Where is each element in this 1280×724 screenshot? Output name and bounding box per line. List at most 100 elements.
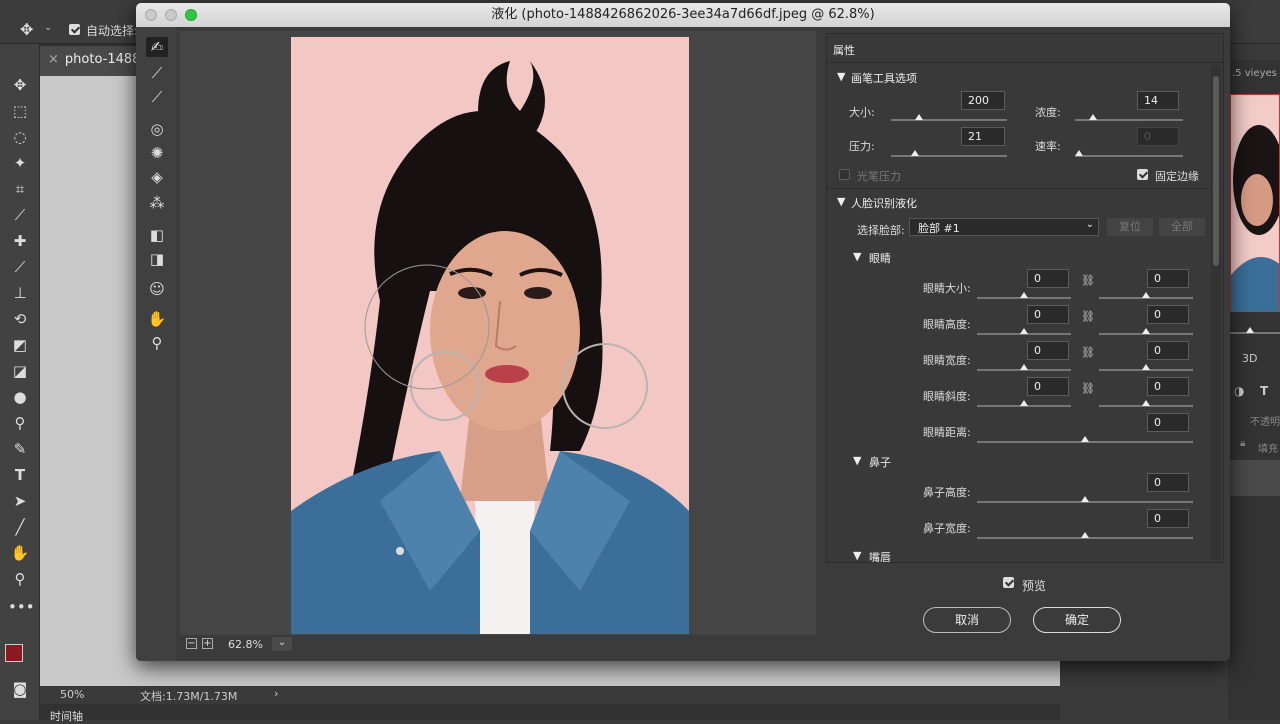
eyedropper-icon[interactable]: ⟋ [8, 204, 32, 226]
stamp-tool-icon[interactable]: ⊥ [8, 282, 32, 304]
eye-width-right-thumb[interactable] [1142, 364, 1150, 370]
eye-size-left-thumb[interactable] [1020, 292, 1028, 298]
dodge-tool-icon[interactable]: ⚲ [8, 412, 32, 434]
link-icon[interactable]: ⛓ [1081, 382, 1095, 395]
crop-tool-icon[interactable]: ⌗ [8, 178, 32, 200]
eyes-section-title[interactable]: 眼睛 [869, 250, 891, 266]
face-section-title[interactable]: 人脸识别液化 [851, 195, 917, 211]
close-window-button[interactable] [145, 9, 157, 21]
eye-size-left-input[interactable]: 0 [1027, 269, 1069, 288]
marquee-tool-icon[interactable]: ⬚ [8, 100, 32, 122]
layer-row[interactable] [1228, 460, 1280, 496]
eye-width-left-thumb[interactable] [1020, 364, 1028, 370]
size-input[interactable]: 200 [961, 91, 1005, 110]
pressure-slider-thumb[interactable] [911, 150, 919, 156]
hand-tool-icon[interactable]: ✋ [8, 542, 32, 564]
eyes-section-toggle[interactable]: ▼ [853, 250, 861, 263]
eye-height-right-input[interactable]: 0 [1147, 305, 1189, 324]
link-icon[interactable]: ⛓ [1081, 274, 1095, 287]
link-icon[interactable]: ⛓ [1081, 310, 1095, 323]
minimize-window-button[interactable] [165, 9, 177, 21]
eye-size-right-input[interactable]: 0 [1147, 269, 1189, 288]
eye-tilt-left-thumb[interactable] [1020, 400, 1028, 406]
pressure-slider[interactable] [891, 155, 1007, 157]
lock-icon[interactable]: 🔒︎ [1240, 438, 1245, 449]
eye-distance-thumb[interactable] [1081, 436, 1089, 442]
document-tab[interactable]: × photo-1488 [40, 46, 150, 76]
zoom-out-button[interactable]: − [186, 638, 197, 649]
density-slider-thumb[interactable] [1089, 114, 1097, 120]
size-slider-thumb[interactable] [915, 114, 923, 120]
eraser-tool-icon[interactable]: ◩ [8, 334, 32, 356]
navigator-slider-thumb[interactable] [1246, 327, 1254, 333]
navigator-slider[interactable] [1228, 332, 1280, 334]
nose-height-thumb[interactable] [1081, 496, 1089, 502]
foreground-color-swatch[interactable] [5, 644, 23, 662]
nose-width-thumb[interactable] [1081, 532, 1089, 538]
chevron-down-icon[interactable]: ⌄ [44, 22, 52, 33]
all-button[interactable]: 全部 [1159, 218, 1205, 236]
mouth-section-toggle[interactable]: ▼ [853, 549, 861, 562]
face-select[interactable]: 脸部 #1 ⌄ [909, 218, 1099, 236]
photo-preview[interactable] [180, 31, 816, 639]
zoom-window-button[interactable] [185, 9, 197, 21]
cancel-button[interactable]: 取消 [923, 607, 1011, 633]
chevron-right-icon[interactable]: › [274, 687, 278, 700]
ok-button[interactable]: 确定 [1033, 607, 1121, 633]
link-icon[interactable]: ⛓ [1081, 346, 1095, 359]
quick-mask-icon[interactable]: ◙ [8, 678, 32, 700]
pin-edges-checkbox[interactable] [1137, 169, 1148, 180]
liquify-preview-canvas[interactable] [180, 31, 816, 639]
line-tool-icon[interactable]: ╱ [8, 516, 32, 538]
size-slider[interactable] [891, 119, 1007, 121]
reconstruct-icon[interactable]: ⟋ [146, 63, 168, 83]
brush-tool-icon[interactable]: ⟋ [8, 256, 32, 278]
move-tool-icon[interactable]: ✥ [8, 74, 32, 96]
magic-wand-icon[interactable]: ✦ [8, 152, 32, 174]
panel-scrollbar-thumb[interactable] [1213, 76, 1219, 266]
adjustment-icon[interactable]: ◑ [1234, 384, 1244, 398]
preview-checkbox[interactable] [1003, 577, 1014, 588]
eye-height-left-thumb[interactable] [1020, 328, 1028, 334]
hand-tool-icon[interactable]: ✋ [146, 309, 168, 329]
type-filter-icon[interactable]: T [1260, 384, 1268, 398]
path-select-icon[interactable]: ➤ [8, 490, 32, 512]
brush-section-title[interactable]: 画笔工具选项 [851, 70, 917, 86]
zoom-tool-icon[interactable]: ⚲ [146, 333, 168, 353]
nose-section-title[interactable]: 鼻子 [869, 454, 891, 470]
density-input[interactable]: 14 [1137, 91, 1179, 110]
timeline-label[interactable]: 时间轴 [50, 708, 83, 724]
lasso-tool-icon[interactable]: ◌ [8, 126, 32, 148]
smooth-icon[interactable]: ⟋ [146, 87, 168, 107]
eye-width-right-input[interactable]: 0 [1147, 341, 1189, 360]
zoom-value[interactable]: 62.8% [228, 638, 263, 651]
eye-tilt-right-thumb[interactable] [1142, 400, 1150, 406]
reset-button[interactable]: 复位 [1107, 218, 1153, 236]
face-section-toggle[interactable]: ▼ [837, 195, 845, 208]
zoom-tool-icon[interactable]: ⚲ [8, 568, 32, 590]
move-tool-icon[interactable]: ✥ [20, 20, 33, 39]
navigator-thumbnail[interactable] [1230, 94, 1280, 312]
more-tools-icon[interactable]: ••• [8, 596, 35, 618]
mouth-section-title[interactable]: 嘴唇 [869, 549, 891, 565]
thaw-mask-icon[interactable]: ◨ [146, 249, 168, 269]
healing-brush-icon[interactable]: ✚ [8, 230, 32, 252]
close-tab-icon[interactable]: × [48, 52, 59, 67]
nose-height-input[interactable]: 0 [1147, 473, 1189, 492]
freeze-mask-icon[interactable]: ◧ [146, 225, 168, 245]
bloat-icon[interactable]: ◈ [146, 167, 168, 187]
eye-width-left-input[interactable]: 0 [1027, 341, 1069, 360]
face-tool-icon[interactable]: ☺ [146, 279, 168, 299]
zoom-in-button[interactable]: + [202, 638, 213, 649]
type-tool-icon[interactable]: T [8, 464, 32, 486]
brush-section-toggle[interactable]: ▼ [837, 70, 845, 83]
eye-height-left-input[interactable]: 0 [1027, 305, 1069, 324]
status-zoom[interactable]: 50% [60, 688, 84, 701]
nose-width-input[interactable]: 0 [1147, 509, 1189, 528]
blur-tool-icon[interactable]: ● [8, 386, 32, 408]
forward-warp-icon[interactable]: ✍ [146, 37, 168, 57]
tab-3d[interactable]: 3D [1242, 352, 1257, 365]
eye-tilt-right-input[interactable]: 0 [1147, 377, 1189, 396]
zoom-dropdown-icon[interactable]: ⌄ [272, 637, 292, 651]
eye-height-right-thumb[interactable] [1142, 328, 1150, 334]
